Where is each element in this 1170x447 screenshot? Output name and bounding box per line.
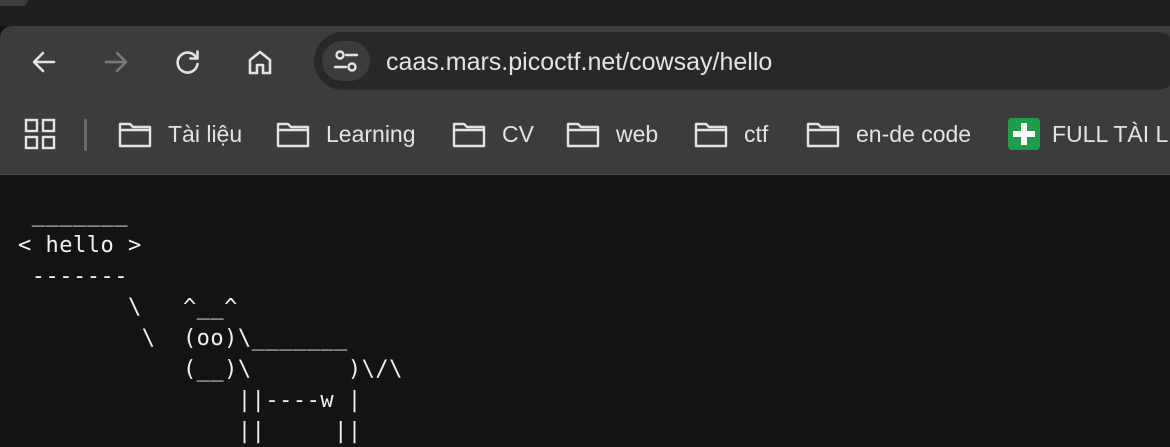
bookmark-label: FULL TÀI LI: [1052, 120, 1170, 147]
bookmarks-divider: [84, 119, 87, 151]
folder-icon: [694, 122, 728, 148]
bookmark-label: CV: [502, 120, 534, 147]
forward-button[interactable]: [96, 42, 136, 82]
bookmark-folder-cv[interactable]: CV: [452, 116, 534, 152]
url-text[interactable]: caas.mars.picoctf.net/cowsay/hello: [386, 48, 772, 76]
green-plus-favicon-icon: [1008, 118, 1040, 150]
arrow-left-icon: [32, 51, 56, 73]
tab-strip: [0, 0, 1170, 26]
folder-icon: [118, 122, 152, 148]
address-bar[interactable]: caas.mars.picoctf.net/cowsay/hello: [314, 32, 1170, 90]
cowsay-output: _______ < hello > ------- \ ^__^ \ (oo)\…: [18, 202, 403, 444]
tune-icon: [333, 50, 359, 72]
apps-button[interactable]: [24, 118, 56, 150]
bookmark-label: en-de code: [856, 120, 972, 147]
bookmark-folder-tai-lieu[interactable]: Tài liệu: [118, 116, 242, 152]
home-icon: [248, 50, 272, 75]
bookmark-folder-web[interactable]: web: [566, 116, 658, 152]
bookmark-label: web: [616, 120, 659, 147]
bookmark-label: Learning: [326, 120, 416, 147]
bookmark-label: ctf: [744, 120, 769, 147]
folder-icon: [276, 122, 310, 148]
reload-button[interactable]: [168, 42, 208, 82]
page-content: _______ < hello > ------- \ ^__^ \ (oo)\…: [0, 175, 1170, 444]
bookmark-full-tai-lieu[interactable]: FULL TÀI LI: [1008, 116, 1170, 152]
bookmarks-bar: Tài liệu Learning CV web ctf en-de code …: [0, 96, 1170, 175]
back-button[interactable]: [24, 42, 64, 82]
folder-icon: [452, 122, 486, 148]
reload-icon: [176, 50, 199, 74]
bookmark-label: Tài liệu: [168, 120, 243, 147]
folder-icon: [806, 122, 840, 148]
bookmark-folder-ctf[interactable]: ctf: [694, 116, 768, 152]
browser-toolbar: caas.mars.picoctf.net/cowsay/hello: [0, 26, 1170, 96]
arrow-right-icon: [104, 51, 128, 73]
apps-grid-icon: [24, 118, 56, 150]
folder-icon: [566, 122, 600, 148]
home-button[interactable]: [240, 42, 280, 82]
site-info-button[interactable]: [322, 41, 370, 81]
bookmark-folder-learning[interactable]: Learning: [276, 116, 416, 152]
bookmark-folder-en-de-code[interactable]: en-de code: [806, 116, 971, 152]
tab-edge: [0, 0, 28, 6]
